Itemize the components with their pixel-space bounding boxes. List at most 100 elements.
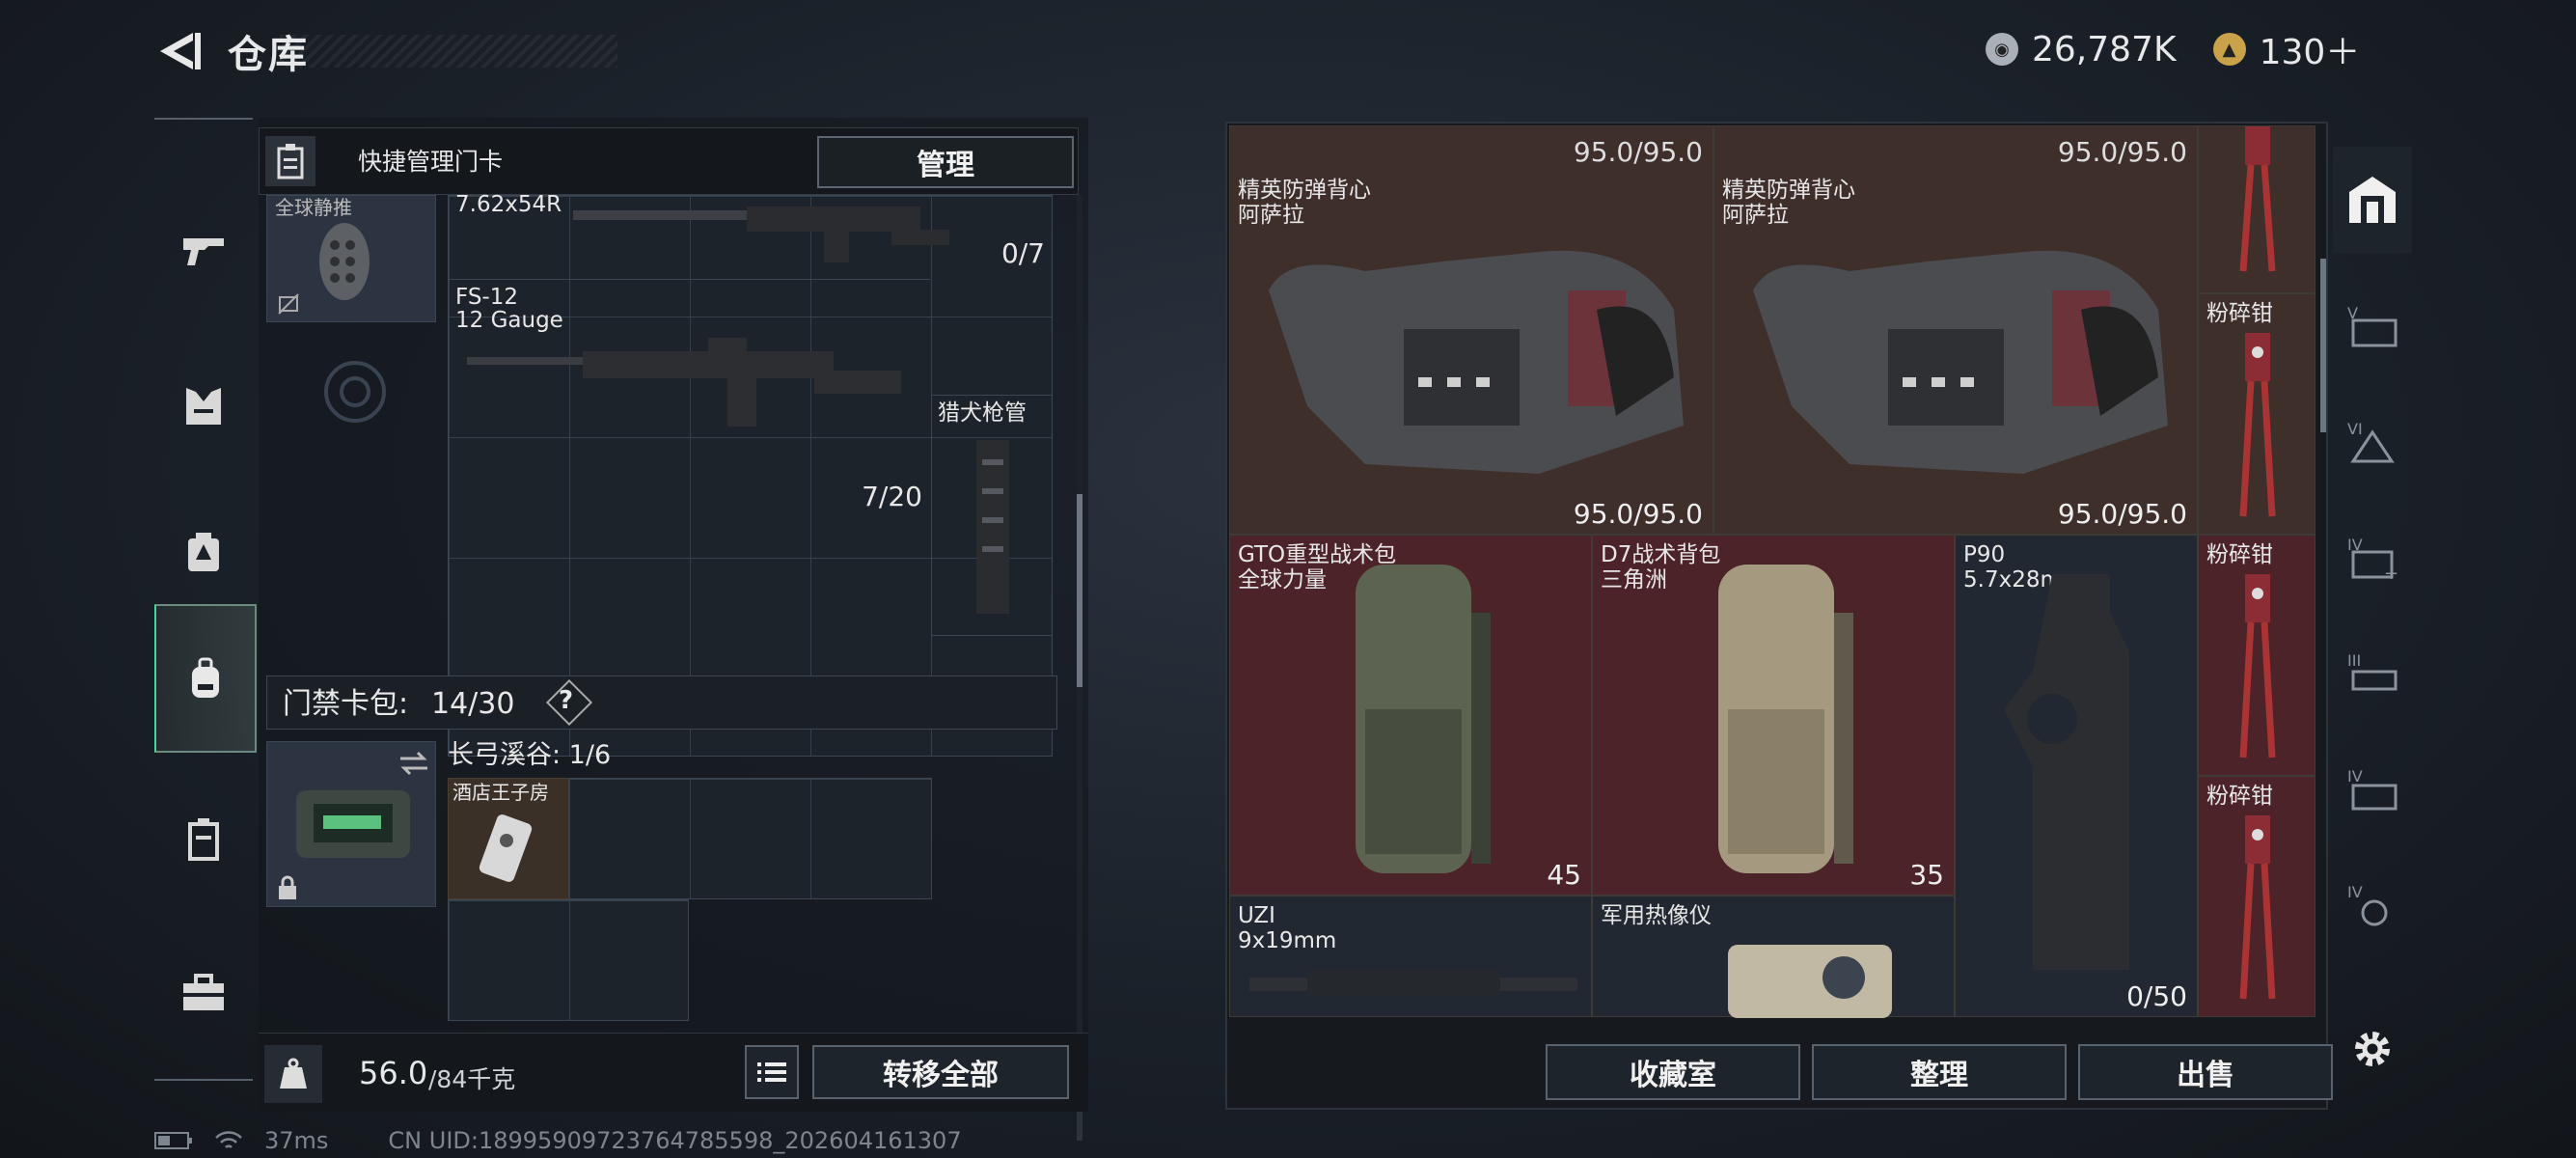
back-button[interactable]	[154, 27, 203, 75]
status-bar: 37ms CN UID:18995909723764785598_2026041…	[154, 1127, 962, 1154]
rifle-ammo-count: 0/7	[1000, 237, 1045, 269]
equipped-slot[interactable]: 全球静推	[266, 195, 436, 322]
tier-iii-icon: III	[2347, 651, 2398, 691]
backpack-icon	[192, 657, 219, 698]
tab-tier-iv-alt[interactable]: IV	[2333, 851, 2412, 957]
keycard-pack-bar: 门禁卡包: 14/30 ?	[266, 676, 1057, 730]
vest-1-durability-top: 95.0/95.0	[1573, 136, 1703, 168]
keycard-case-slot[interactable]	[266, 741, 436, 907]
transfer-all-button[interactable]: 转移全部	[812, 1045, 1069, 1099]
keycard-case-icon	[296, 790, 410, 858]
tab-tier-iv[interactable]: IV	[2333, 735, 2412, 841]
stash-item-vest-1[interactable]: 95.0/95.0 精英防弹背心 阿萨拉 95.0/95.0	[1229, 125, 1713, 535]
gto-capacity: 45	[1547, 859, 1581, 891]
tier-vi-icon: VI	[2347, 420, 2395, 463]
stash-item-uzi[interactable]: UZI 9x19mm	[1229, 896, 1592, 1017]
pliers-icon	[2239, 574, 2276, 758]
vest-2-durability-top: 95.0/95.0	[2057, 136, 2187, 168]
sniper-rifle-icon	[573, 207, 949, 262]
tier-iv-plus-icon: IV+	[2347, 536, 2398, 581]
stash-item-pliers-1[interactable]: 粉碎钳	[2198, 293, 2316, 535]
empty-slot-target-icon	[324, 361, 386, 423]
pliers-icon	[2239, 815, 2276, 1000]
pliers-3-name: 粉碎钳	[2206, 784, 2273, 809]
tab-vault[interactable]	[2333, 147, 2412, 253]
gun-icon	[183, 238, 224, 265]
stash-item-p90[interactable]: P90 5.7x28mm 0/50	[1955, 535, 2198, 1017]
battery-icon	[154, 1132, 192, 1149]
keycard-item-name: 酒店王子房	[452, 781, 549, 804]
lock-icon	[279, 875, 296, 899]
inventory-panel: 快捷管理门卡 管理 全球静推 7.62x54R 0/7 FS-12 12 Gau…	[259, 118, 1088, 1141]
vest-1-name: 精英防弹背心	[1238, 178, 1371, 203]
p90-icon	[2004, 574, 2129, 970]
keycard-pack-value: 14/30	[431, 687, 515, 721]
vault-icon	[2349, 177, 2396, 223]
tab-tier-iii[interactable]: III	[2333, 620, 2412, 726]
help-button[interactable]: ?	[559, 686, 573, 715]
tab-tier-iv-plus[interactable]: IV +	[2333, 504, 2412, 610]
hotel-key-icon	[479, 814, 533, 882]
tab-settings[interactable]	[2333, 996, 2412, 1102]
capacity-bar: 56.0 /84千克 转移全部	[259, 1033, 1088, 1112]
settings-icon	[2355, 1032, 2390, 1066]
rifle-ammo-type: 7.62x54R	[455, 192, 562, 217]
ammo-icon	[188, 533, 219, 571]
nav-keycards[interactable]	[154, 766, 253, 911]
swap-icon[interactable]	[398, 750, 429, 777]
stash-scrollbar[interactable]	[2320, 259, 2326, 432]
fs12-item[interactable]: FS-12 12 Gauge 7/20	[448, 279, 930, 520]
pliers-icon	[2239, 333, 2276, 517]
silver-coin-icon: ◉	[1986, 33, 2018, 66]
d7-capacity: 35	[1909, 859, 1944, 891]
nav-armor[interactable]	[154, 334, 253, 479]
manage-button[interactable]: 管理	[817, 136, 1074, 188]
tab-tier-v[interactable]: V	[2333, 272, 2412, 378]
stash-actions: 收藏室 整理 出售	[1227, 1031, 2333, 1108]
stash-item-d7-bag[interactable]: D7战术背包 三角洲 35	[1592, 535, 1955, 896]
p90-ammo-count: 0/50	[2126, 980, 2187, 1012]
stash-item-vest-2[interactable]: 95.0/95.0 精英防弹背心 阿萨拉 95.0/95.0	[1713, 125, 2198, 535]
d7-brand: 三角洲	[1601, 567, 1667, 593]
stash-item-pliers-top[interactable]	[2198, 125, 2316, 293]
ping: 37ms	[264, 1127, 329, 1154]
shotgun-icon	[467, 338, 901, 427]
backpack-item-icon	[1356, 565, 1491, 873]
quick-manage-label: 快捷管理门卡	[358, 148, 504, 176]
nav-weapons[interactable]	[154, 178, 253, 322]
svg-text:VI: VI	[2347, 420, 2363, 438]
sell-button[interactable]: 出售	[2078, 1044, 2333, 1100]
equipped-item-name: 全球静推	[275, 196, 352, 219]
nav-backpack[interactable]	[154, 604, 257, 753]
wifi-icon	[215, 1131, 242, 1148]
fs12-name: FS-12	[455, 285, 518, 310]
uzi-name: UZI	[1238, 903, 1275, 928]
stash-item-gto-bag[interactable]: GTO重型战术包 全球力量 45	[1229, 535, 1592, 896]
stash-item-pliers-2[interactable]: 粉碎钳	[2198, 535, 2316, 776]
list-view-button[interactable]	[745, 1045, 799, 1099]
thermal-name: 军用热像仪	[1601, 903, 1712, 928]
title-decoration	[280, 35, 617, 68]
fs12-ammo-type: 12 Gauge	[455, 308, 563, 333]
toolbox-icon	[183, 974, 224, 1010]
barrel-icon	[976, 440, 1009, 614]
stash-item-thermal[interactable]: 军用热像仪	[1592, 896, 1955, 1018]
weight-current: 56.0	[359, 1055, 428, 1091]
gold-amount[interactable]: 130＋	[2260, 24, 2361, 74]
back-arrow-icon	[160, 33, 201, 69]
keycard-grid-row2	[448, 899, 689, 1021]
nav-toolbox[interactable]	[154, 921, 253, 1065]
stash-item-pliers-3[interactable]: 粉碎钳	[2198, 776, 2316, 1017]
keycard-item[interactable]: 酒店王子房	[448, 778, 569, 899]
svg-text:IV: IV	[2347, 767, 2363, 786]
svg-text:IV: IV	[2347, 883, 2363, 901]
stash-panel: 95.0/95.0 精英防弹背心 阿萨拉 95.0/95.0 95.0/95.0…	[1225, 122, 2333, 1110]
inventory-scrollbar[interactable]	[1077, 494, 1082, 687]
gto-brand: 全球力量	[1238, 567, 1327, 593]
barrel-item[interactable]: 猎犬枪管	[931, 395, 1053, 636]
collection-button[interactable]: 收藏室	[1546, 1044, 1800, 1100]
category-nav	[154, 118, 257, 1081]
organize-button[interactable]: 整理	[1812, 1044, 2067, 1100]
rifle-item[interactable]: 7.62x54R 0/7	[448, 192, 1053, 279]
tab-tier-vi[interactable]: VI	[2333, 388, 2412, 494]
